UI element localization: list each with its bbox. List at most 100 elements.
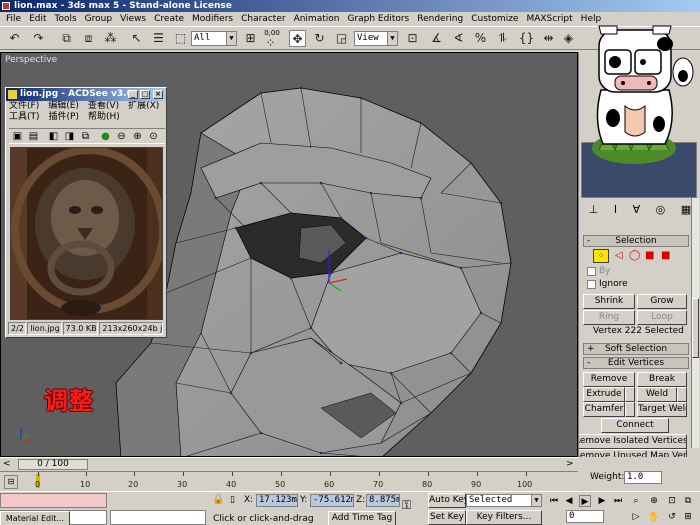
element-subobject-icon[interactable]: ■ xyxy=(661,250,670,261)
minimize-icon[interactable]: _ xyxy=(128,90,138,99)
grow-button[interactable]: Grow xyxy=(637,294,687,309)
select-move-icon[interactable]: ✥ xyxy=(289,30,306,47)
current-frame-input[interactable]: 0 xyxy=(566,510,604,523)
acdsee-menu-file[interactable]: 文件(F) xyxy=(9,101,48,112)
selection-rollout[interactable]: - Selection xyxy=(583,235,689,247)
align-icon[interactable]: ◈ xyxy=(560,30,577,47)
ring-button[interactable]: Ring xyxy=(583,310,635,325)
copy-icon[interactable]: ⧉ xyxy=(79,130,92,143)
edit-vertices-rollout[interactable]: - Edit Vertices xyxy=(583,357,689,369)
zoom-extents-all-icon[interactable]: ⧉ xyxy=(682,495,694,507)
next-frame-icon[interactable]: > xyxy=(566,459,574,469)
mini-curve-editor-icon[interactable]: ⊟ xyxy=(4,475,18,489)
menu-group[interactable]: Group xyxy=(81,12,116,26)
menu-character[interactable]: Character xyxy=(237,12,289,26)
auto-key-button[interactable]: Auto Key xyxy=(428,493,469,508)
menu-customize[interactable]: Customize xyxy=(467,12,522,26)
menu-file[interactable]: File xyxy=(2,12,25,26)
menu-views[interactable]: Views xyxy=(116,12,150,26)
maximize-icon[interactable]: □ xyxy=(140,90,150,99)
acdsee-menu-edit[interactable]: 编辑(E) xyxy=(48,101,88,112)
select-rotate-icon[interactable]: ↻ xyxy=(311,30,328,47)
add-time-tag-button[interactable]: Add Time Tag xyxy=(328,511,396,525)
refresh-icon[interactable]: ● xyxy=(99,130,112,143)
weld-settings-button[interactable] xyxy=(677,387,687,402)
maximize-viewport-icon[interactable]: ⊞ xyxy=(682,511,694,523)
key-filters-button[interactable]: Key Filters... xyxy=(466,510,542,525)
shrink-button[interactable]: Shrink xyxy=(583,294,635,309)
close-icon[interactable]: × xyxy=(153,90,163,99)
go-to-end-icon[interactable]: ⏭ xyxy=(612,495,624,507)
menu-graph-editors[interactable]: Graph Editors xyxy=(343,12,413,26)
acdsee-menu-help[interactable]: 帮助(H) xyxy=(88,112,129,123)
remove-isolated-vertices-button[interactable]: Remove Isolated Vertices xyxy=(579,434,687,449)
select-scale-icon[interactable]: ◲ xyxy=(333,30,350,47)
chamfer-button[interactable]: Chamfer xyxy=(583,402,625,417)
play-icon[interactable]: ▶ xyxy=(579,495,591,507)
ignore-backfacing-checkbox[interactable] xyxy=(587,280,596,289)
select-by-name-icon[interactable]: ☰ xyxy=(150,30,167,47)
menu-modifiers[interactable]: Modifiers xyxy=(188,12,237,26)
break-button[interactable]: Break xyxy=(637,372,687,387)
next-key-icon[interactable]: ▶ xyxy=(596,495,608,507)
configure-sets-icon[interactable]: ▦ xyxy=(681,202,691,218)
percent-snap-icon[interactable]: % xyxy=(472,30,489,47)
vertex-subobject-icon[interactable]: ⁘ xyxy=(593,249,609,263)
pan-icon[interactable]: ✋ xyxy=(648,511,660,523)
material-editor-taskbar-button[interactable]: Material Edit... xyxy=(0,511,70,525)
key-mode-dropdown[interactable]: Selected ▼ xyxy=(466,494,542,507)
previous-key-icon[interactable]: ◀ xyxy=(563,495,575,507)
snap-toggle-icon[interactable]: ∡ xyxy=(428,30,445,47)
viewport-label[interactable]: Perspective xyxy=(5,55,57,65)
show-end-result-icon[interactable]: Ⅰ xyxy=(614,202,617,218)
redo-icon[interactable]: ↷ xyxy=(30,30,47,47)
make-unique-icon[interactable]: ∀ xyxy=(633,202,641,218)
open-folder-icon[interactable]: ▤ xyxy=(27,130,40,143)
y-coord-input[interactable]: -75.612m xyxy=(310,494,354,507)
previous-frame-icon[interactable]: < xyxy=(3,459,11,469)
select-object-icon[interactable]: ↖ xyxy=(128,30,145,47)
border-subobject-icon[interactable]: ◯ xyxy=(629,250,640,261)
pin-stack-icon[interactable]: ⊥ xyxy=(589,202,599,218)
x-coord-input[interactable]: 17.123m xyxy=(256,494,298,507)
acdsee-menu-extend[interactable]: 扩展(X) xyxy=(128,101,168,112)
acdsee-menu-view[interactable]: 查看(V) xyxy=(88,101,128,112)
crossing-select-icon[interactable]: ⊞ xyxy=(242,30,259,47)
go-to-start-icon[interactable]: ⏮ xyxy=(548,495,560,507)
pivot-center-icon[interactable]: ⊡ xyxy=(404,30,421,47)
edge-subobject-icon[interactable]: ◁ xyxy=(615,250,623,261)
previous-icon[interactable]: ◧ xyxy=(47,130,60,143)
acdsee-menu-plugins[interactable]: 插件(P) xyxy=(49,112,88,123)
menu-animation[interactable]: Animation xyxy=(290,12,344,26)
field-of-view-icon[interactable]: ▷ xyxy=(630,511,642,523)
angle-snap-icon[interactable]: ∢ xyxy=(450,30,467,47)
zoom-in-icon[interactable]: ⊕ xyxy=(131,130,144,143)
by-vertex-checkbox[interactable] xyxy=(587,267,596,276)
track-bar[interactable]: ⊟ 0 10 20 30 40 50 60 70 80 90 100 xyxy=(0,471,578,491)
remove-button[interactable]: Remove xyxy=(583,372,635,387)
zoom-fit-icon[interactable]: ⊙ xyxy=(147,130,160,143)
arc-rotate-icon[interactable]: ↺ xyxy=(666,511,678,523)
menu-create[interactable]: Create xyxy=(150,12,188,26)
spinner-snap-icon[interactable]: ⁘ xyxy=(262,35,279,52)
remove-unused-map-verts-button[interactable]: Remove Unused Map Verts xyxy=(579,449,687,457)
soft-selection-rollout[interactable]: + Soft Selection xyxy=(583,343,689,355)
time-slider[interactable]: < 0 / 100 > xyxy=(0,457,578,471)
acdsee-title-bar[interactable]: lion.jpg - ACDSee v3.0 _ □ × xyxy=(6,88,166,101)
zoom-viewport-icon[interactable]: ⌕ xyxy=(630,495,642,507)
weld-button[interactable]: Weld xyxy=(637,387,677,402)
browse-icon[interactable]: ▣ xyxy=(11,130,24,143)
key-icon[interactable]: ⚿ xyxy=(402,498,411,513)
time-slider-thumb[interactable]: 0 / 100 xyxy=(18,459,88,470)
zoom-extents-icon[interactable]: ⊡ xyxy=(666,495,678,507)
menu-edit[interactable]: Edit xyxy=(25,12,50,26)
zoom-out-icon[interactable]: ⊖ xyxy=(115,130,128,143)
chamfer-settings-button[interactable] xyxy=(625,402,635,417)
extrude-settings-button[interactable] xyxy=(625,387,635,402)
undo-icon[interactable]: ↶ xyxy=(6,30,23,47)
absolute-mode-icon[interactable]: ▯ xyxy=(230,495,235,506)
extrude-button[interactable]: Extrude xyxy=(583,387,625,402)
spinner-snap-toggle-icon[interactable]: ⥮ xyxy=(494,30,511,47)
named-selection-icon[interactable]: {} xyxy=(518,30,535,47)
unlink-icon[interactable]: ⧈ xyxy=(80,30,97,47)
